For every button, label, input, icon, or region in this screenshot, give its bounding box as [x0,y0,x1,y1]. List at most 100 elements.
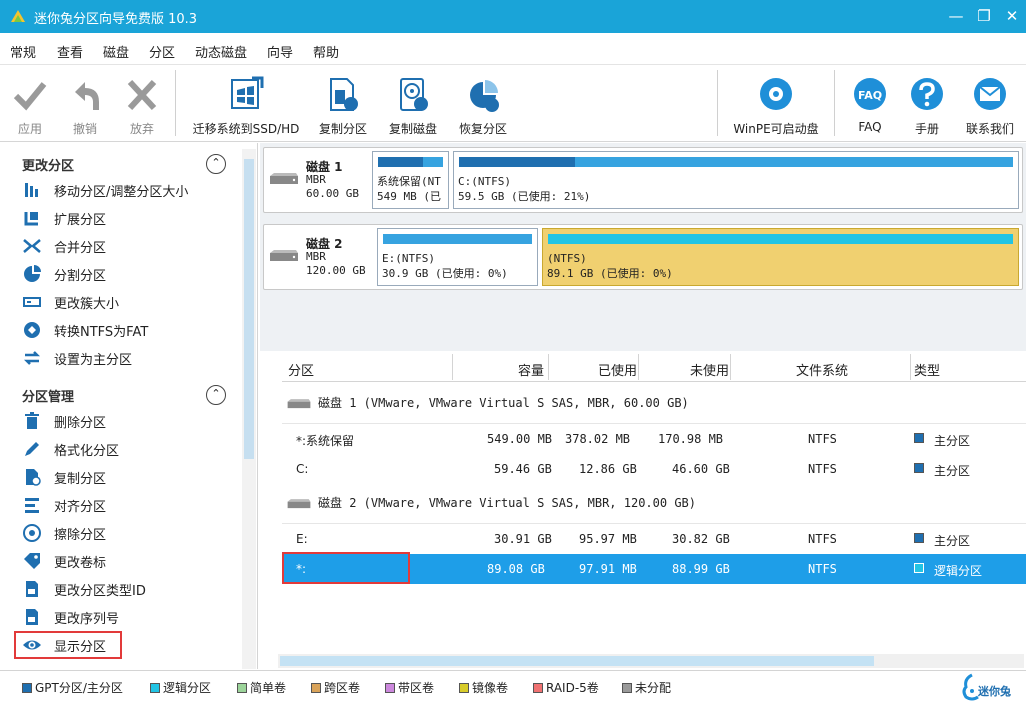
section-title-change-partition: 更改分区 [22,159,75,174]
legend-swatch [622,683,632,693]
collapse-section-button[interactable]: ⌃ [206,385,226,405]
faq-button[interactable]: FAQ FAQ [848,76,892,138]
copy-partition-button[interactable]: 复制分区 [312,76,374,138]
toolbar-separator [717,70,718,136]
partition-label: E:(NTFS) [382,252,435,265]
legend-swatch [150,683,160,693]
legend-bar: GPT分区/主分区 逻辑分区 简单卷 跨区卷 带区卷 镜像卷 RAID-5卷 未… [0,670,1026,727]
legend-item: 镜像卷 [459,679,508,696]
legend-item: GPT分区/主分区 [22,679,123,696]
menu-dynamic-disk[interactable]: 动态磁盘 [195,42,247,61]
help-icon [911,78,943,110]
column-header-capacity[interactable]: 容量 [518,360,544,379]
brand-name: 迷你兔 [978,685,1011,698]
menu-wizard[interactable]: 向导 [267,42,293,61]
maximize-button[interactable]: ❐ [972,6,996,26]
id-document-icon [26,581,38,597]
contact-us-button[interactable]: 联系我们 [960,76,1020,138]
legend-swatch [22,683,32,693]
partition-usage: 89.1 GB (已使用: 0%) [547,267,673,280]
disk-map-row-disk1[interactable]: 磁盘 1 MBR 60.00 GB 系统保留(NT 549 MB (已 C:(N… [263,147,1023,213]
convert-icon [24,322,40,338]
disk-info: 磁盘 1 MBR 60.00 GB [264,148,372,212]
legend-item: RAID-5卷 [533,679,599,696]
menu-disk[interactable]: 磁盘 [103,42,129,61]
brand-logo: 迷你兔 [960,671,1020,713]
migrate-os-icon [231,76,264,109]
legend-swatch [385,683,395,693]
wipe-icon [23,524,41,542]
legend-item: 跨区卷 [311,679,360,696]
logical-type-swatch [914,563,924,573]
disk1-partition-c[interactable]: C:(NTFS) 59.5 GB (已使用: 21%) [453,151,1019,209]
partition-usage: 59.5 GB (已使用: 21%) [458,190,591,203]
left-panel-scrollbar[interactable] [242,149,256,669]
highlight-show-partition [14,631,122,659]
menu-bar: 常规 查看 磁盘 分区 动态磁盘 向导 帮助 [0,33,1026,65]
operations-panel: 更改分区 ⌃ 移动分区/调整分区大小 扩展分区 合并分区 分割分区 更改簇大小 … [0,143,258,669]
migrate-os-button[interactable]: 迁移系统到SSD/HD [190,76,302,138]
table-horizontal-scrollbar[interactable] [278,654,1024,668]
scrollbar-thumb[interactable] [280,656,874,666]
usage-bar [378,157,423,167]
menu-view[interactable]: 查看 [57,42,83,61]
partition-usage: 30.9 GB (已使用: 0%) [382,267,508,280]
winpe-bootable-button[interactable]: WinPE可启动盘 [728,76,824,138]
disk-size: 60.00 GB [306,187,359,200]
mail-icon [974,78,1006,110]
disk-map: 磁盘 1 MBR 60.00 GB 系统保留(NT 549 MB (已 C:(N… [260,143,1026,351]
column-header-unused[interactable]: 未使用 [690,360,729,379]
legend-swatch [311,683,321,693]
column-header-type[interactable]: 类型 [914,360,940,379]
disk1-partition-system-reserved[interactable]: 系统保留(NT 549 MB (已 [372,151,449,209]
column-header-file-system[interactable]: 文件系统 [796,360,848,379]
primary-type-swatch [914,433,924,443]
table-header: 分区 容量 已使用 未使用 文件系统 类型 [282,352,1026,382]
manual-button[interactable]: 手册 [905,76,949,138]
menu-help[interactable]: 帮助 [313,42,339,61]
section-title-partition-management: 分区管理 [22,390,75,405]
copy-disk-button[interactable]: 复制磁盘 [382,76,444,138]
app-logo-icon [11,10,25,22]
scrollbar-thumb[interactable] [244,159,254,459]
apply-button[interactable]: 应用 [8,76,52,138]
minimize-button[interactable]: — [944,6,968,26]
table-row[interactable]: C: 59.46 GB 12.86 GB 46.60 GB NTFS 主分区 [282,454,1026,484]
legend-swatch [533,683,543,693]
split-icon [24,265,41,282]
discard-x-icon [127,79,157,111]
title-bar: 迷你兔分区向导免费版 10.3 — ❐ ✕ [0,0,1026,33]
close-button[interactable]: ✕ [1000,6,1024,26]
disk-map-row-disk2[interactable]: 磁盘 2 MBR 120.00 GB E:(NTFS) 30.9 GB (已使用… [263,224,1023,290]
toolbar-separator [175,70,176,136]
table-row[interactable]: E: 30.91 GB 95.97 MB 30.82 GB NTFS 主分区 [282,524,1026,554]
menu-general[interactable]: 常规 [10,42,36,61]
column-header-used[interactable]: 已使用 [598,360,637,379]
table-row[interactable]: *:系统保留 549.00 MB 378.02 MB 170.98 MB NTF… [282,424,1026,454]
partition-label: C:(NTFS) [458,175,511,188]
legend-swatch [237,683,247,693]
pencil-icon [25,442,39,456]
disk-type: MBR [306,173,326,186]
svg-text:FAQ: FAQ [858,89,882,102]
trash-icon [25,412,39,429]
recover-partition-button[interactable]: 恢复分区 [452,76,514,138]
usage-bar [459,157,576,167]
disk2-partition-e[interactable]: E:(NTFS) 30.9 GB (已使用: 0%) [377,228,538,286]
collapse-section-button[interactable]: ⌃ [206,154,226,174]
align-icon [25,498,39,513]
partition-label: 系统保留(NT [377,175,441,188]
merge-icon [23,239,41,253]
menu-partition[interactable]: 分区 [149,42,175,61]
toolbar: 应用 撤销 放弃 迁移系统到SSD/HD 复制分区 复制磁盘 恢复分区 WinP… [0,66,1026,142]
disk2-partition-selected[interactable]: (NTFS) 89.1 GB (已使用: 0%) [542,228,1019,286]
hard-disk-icon [287,399,311,409]
undo-button[interactable]: 撤销 [63,76,107,138]
legend-item: 简单卷 [237,679,286,696]
column-header-partition[interactable]: 分区 [288,360,314,379]
discard-button[interactable]: 放弃 [120,76,164,138]
primary-type-swatch [914,533,924,543]
checkmark-icon [13,82,47,111]
partition-usage: 549 MB (已 [377,190,441,203]
extend-icon [24,212,38,226]
